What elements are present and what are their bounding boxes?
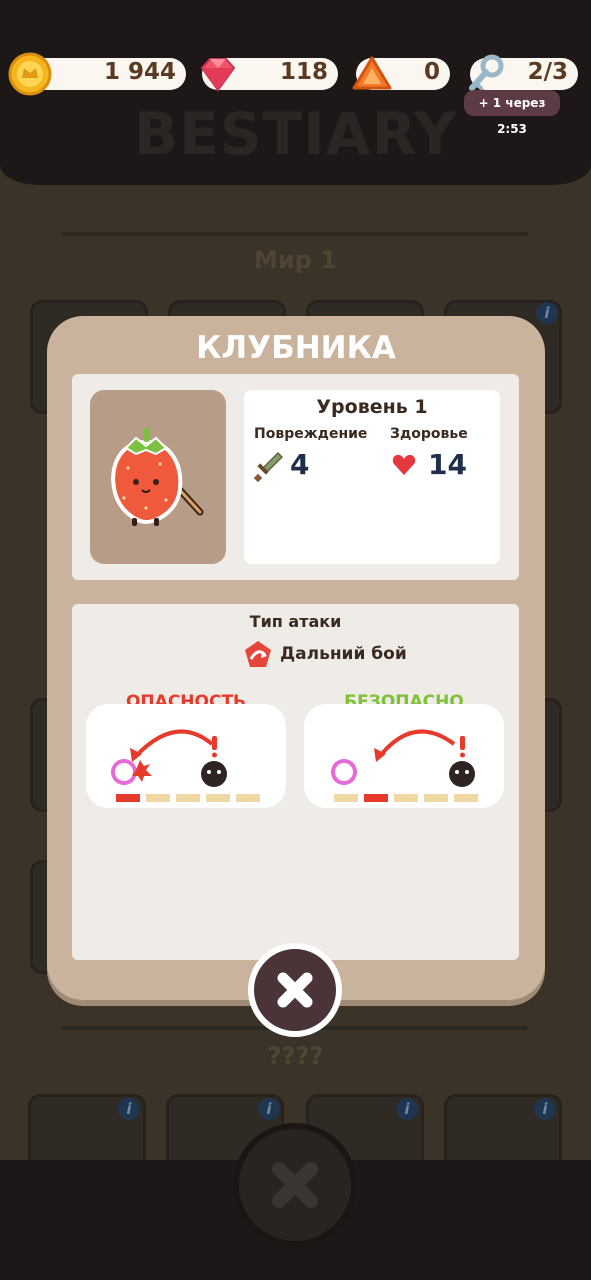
coins-value: 1 944 <box>103 59 176 85</box>
safe-diagram <box>331 729 475 787</box>
info-icon[interactable]: i <box>118 1098 140 1120</box>
coins-counter[interactable]: 1 944 <box>8 52 186 96</box>
gems-counter[interactable]: 118 <box>200 58 338 92</box>
gem-icon <box>200 58 236 92</box>
info-icon[interactable]: i <box>396 1098 418 1120</box>
range-bar-segment <box>334 794 358 802</box>
safe-card <box>304 704 504 808</box>
range-bar-segment <box>146 794 170 802</box>
attack-type-value: Дальний бой <box>280 644 407 664</box>
creature-modal: КЛУБНИКА Уровень 1 Повреждение Здоровье … <box>47 316 545 1000</box>
range-bar-segment <box>176 794 200 802</box>
strawberry-icon <box>111 428 204 526</box>
creature-name: КЛУБНИКА <box>196 330 396 366</box>
range-bar-segment <box>236 794 260 802</box>
keys-value: 2/3 <box>527 59 568 85</box>
unknown-section-label: ???? <box>267 1042 324 1070</box>
gems-value: 118 <box>279 59 328 85</box>
tokens-counter[interactable]: 0 <box>352 56 450 90</box>
damage-label: Повреждение <box>254 426 368 442</box>
creature-info-panel: Уровень 1 Повреждение Здоровье 4 14 <box>72 374 519 580</box>
coin-icon <box>8 52 52 96</box>
range-bar-segment <box>364 794 388 802</box>
heart-icon <box>392 454 416 475</box>
keys-counter[interactable]: 2/3 <box>469 54 578 91</box>
divider <box>62 232 528 236</box>
health-value: 14 <box>428 448 467 481</box>
info-icon[interactable]: i <box>536 302 558 324</box>
range-bar-segment <box>206 794 230 802</box>
info-icon[interactable]: i <box>534 1098 556 1120</box>
damage-value: 4 <box>290 448 310 481</box>
range-bar-segment <box>454 794 478 802</box>
attack-panel: Тип атаки Дальний бой ОПАСНОСТЬ БЕЗОПАСН… <box>72 604 519 960</box>
world-label: Мир 1 <box>254 246 337 274</box>
health-label: Здоровье <box>390 426 468 442</box>
range-bar-segment <box>116 794 140 802</box>
attack-type-title: Тип атаки <box>249 612 342 631</box>
range-bar-segment <box>394 794 418 802</box>
danger-card <box>86 704 286 808</box>
sword-icon <box>253 451 284 482</box>
danger-diagram <box>111 729 227 787</box>
keys-timer: + 1 через 2:53 <box>464 90 560 136</box>
info-icon[interactable]: i <box>258 1098 280 1120</box>
creature-stats: Уровень 1 Повреждение Здоровье 4 14 <box>244 390 500 564</box>
creature-portrait <box>90 390 226 564</box>
close-icon <box>272 1162 318 1208</box>
close-button[interactable] <box>248 943 342 1037</box>
range-bar-segment <box>424 794 448 802</box>
tokens-value: 0 <box>423 59 440 85</box>
token-icon <box>352 56 392 90</box>
ranged-attack-icon <box>245 641 271 667</box>
bottom-close-button[interactable] <box>233 1123 357 1247</box>
close-icon <box>277 972 313 1008</box>
creature-level: Уровень 1 <box>316 396 428 418</box>
